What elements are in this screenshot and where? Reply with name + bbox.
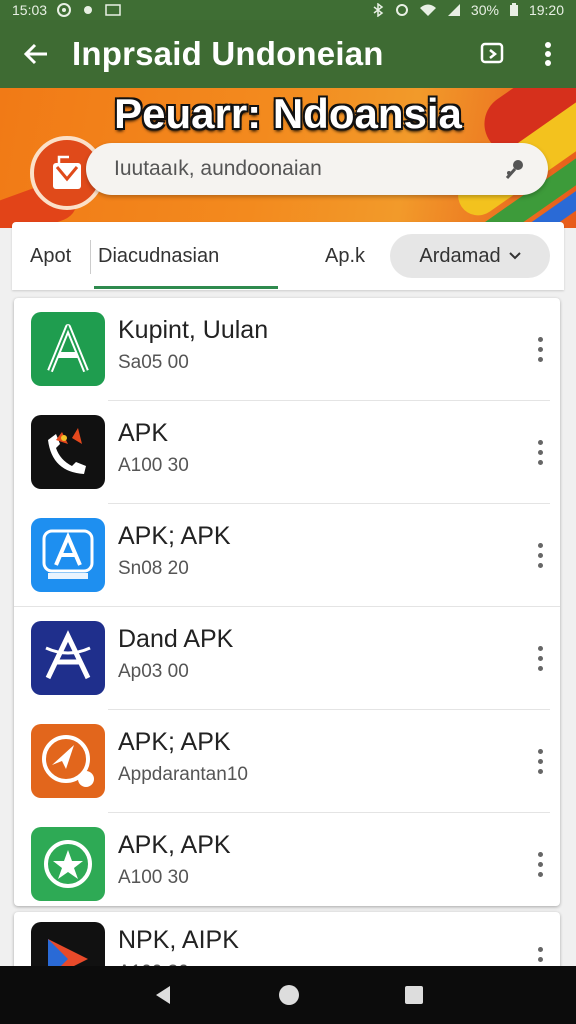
tab-diacudnasian[interactable]: Diacudnasian bbox=[98, 222, 219, 290]
notification-icon bbox=[57, 3, 72, 17]
shopping-bag-icon bbox=[53, 155, 81, 189]
app-subtitle: A100 30 bbox=[118, 867, 189, 888]
promo-banner: Peuarr: Ndoansia bbox=[0, 88, 576, 228]
app-subtitle: Appdarantan10 bbox=[118, 764, 248, 785]
blue-a-icon bbox=[31, 518, 105, 592]
app-list: Kupint, Uulan Sa05 00 APK A100 30 APK; A… bbox=[14, 298, 560, 906]
app-subtitle: A100 30 bbox=[118, 455, 189, 476]
more-options-button[interactable] bbox=[526, 736, 554, 786]
status-left: 15:03 bbox=[12, 2, 121, 18]
app-subtitle: Ap03 00 bbox=[118, 661, 189, 682]
list-item[interactable]: Kupint, Uulan Sa05 00 bbox=[14, 298, 560, 401]
list-item[interactable]: APK; APK Sn08 20 bbox=[14, 504, 560, 607]
filter-dropdown-label: Ardamad bbox=[419, 244, 501, 267]
banner-title: Peuarr: Ndoansia bbox=[114, 90, 462, 137]
bluetooth-icon bbox=[373, 3, 384, 17]
app-subtitle: Sa05 00 bbox=[118, 352, 189, 373]
list-item[interactable]: Dand APK Ap03 00 bbox=[14, 607, 560, 710]
signal-icon bbox=[447, 4, 460, 16]
more-options-button[interactable] bbox=[526, 427, 554, 477]
app-name: APK; APK bbox=[118, 728, 231, 756]
chevron-down-icon bbox=[508, 252, 521, 260]
wifi-icon bbox=[419, 4, 436, 16]
recents-square-icon[interactable] bbox=[404, 985, 424, 1005]
app-name: APK, APK bbox=[118, 831, 231, 859]
app-name: APK; APK bbox=[118, 522, 231, 550]
more-options-button[interactable] bbox=[526, 530, 554, 580]
category-tabs: Apot Diacudnasian Ap.k Ardamad bbox=[12, 222, 564, 290]
filter-dropdown[interactable]: Ardamad bbox=[390, 234, 550, 278]
status-time-left: 15:03 bbox=[12, 2, 48, 18]
share-button[interactable] bbox=[464, 20, 520, 88]
tab-apot[interactable]: Apot bbox=[30, 222, 71, 290]
overflow-menu-button[interactable] bbox=[520, 20, 576, 88]
battery-icon bbox=[509, 3, 518, 16]
more-options-button[interactable] bbox=[526, 633, 554, 683]
voice-search-icon[interactable] bbox=[502, 156, 528, 182]
more-vert-icon bbox=[545, 42, 551, 66]
list-item[interactable]: NPK, AIPK A100 30 bbox=[14, 912, 560, 972]
system-nav-bar bbox=[0, 966, 576, 1024]
app-list-continued: NPK, AIPK A100 30 bbox=[14, 912, 560, 972]
settings-icon bbox=[84, 6, 93, 14]
app-bar: Inprsaid Undoneian bbox=[0, 20, 576, 88]
app-name: NPK, AIPK bbox=[118, 926, 239, 954]
search-input[interactable] bbox=[112, 156, 502, 182]
app-subtitle: Sn08 20 bbox=[118, 558, 189, 579]
share-icon bbox=[480, 42, 504, 64]
back-button[interactable] bbox=[0, 20, 72, 88]
more-options-button[interactable] bbox=[526, 839, 554, 889]
app-name: APK bbox=[118, 419, 169, 447]
list-item[interactable]: APK; APK Appdarantan10 bbox=[14, 710, 560, 813]
green-star-icon bbox=[31, 827, 105, 901]
back-triangle-icon[interactable] bbox=[152, 984, 174, 1006]
home-circle-icon[interactable] bbox=[277, 983, 301, 1007]
app-name: Kupint, Uulan bbox=[118, 316, 269, 344]
status-time-right: 19:20 bbox=[528, 2, 564, 18]
more-options-button[interactable] bbox=[526, 324, 554, 374]
search-bar[interactable] bbox=[86, 143, 548, 195]
page-title: Inprsaid Undoneian bbox=[72, 35, 384, 72]
status-right: 30% 19:20 bbox=[371, 2, 564, 18]
orange-arrow-icon bbox=[31, 724, 105, 798]
alarm-icon bbox=[395, 4, 408, 16]
battery-percent: 30% bbox=[470, 2, 499, 18]
list-item[interactable]: APK, APK A100 30 bbox=[14, 813, 560, 906]
green-a-icon bbox=[31, 312, 105, 386]
image-icon bbox=[105, 4, 121, 16]
back-arrow-icon bbox=[23, 43, 47, 65]
phone-rocket-icon bbox=[31, 415, 105, 489]
tab-divider bbox=[90, 240, 91, 274]
red-play-icon bbox=[31, 922, 105, 972]
active-tab-indicator bbox=[94, 286, 278, 289]
app-name: Dand APK bbox=[118, 625, 234, 653]
status-bar: 15:03 30% 19:20 bbox=[0, 0, 576, 20]
list-item[interactable]: APK A100 30 bbox=[14, 401, 560, 504]
tab-apk[interactable]: Ap.k bbox=[325, 222, 365, 290]
navy-a-icon bbox=[31, 621, 105, 695]
